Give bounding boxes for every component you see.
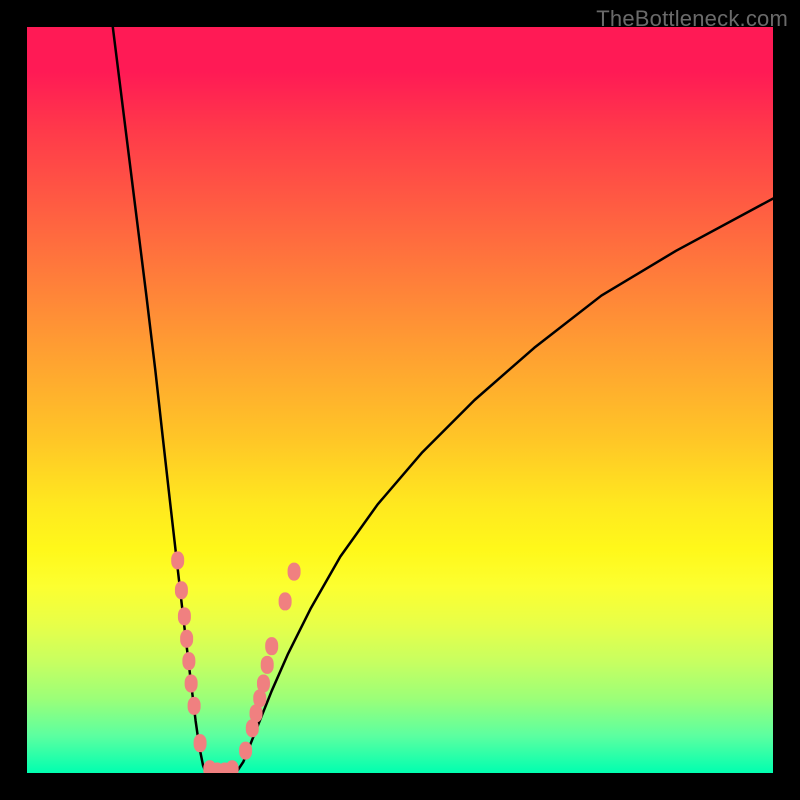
highlight-dot bbox=[178, 607, 191, 625]
highlight-dot bbox=[288, 563, 301, 581]
chart-frame bbox=[27, 27, 773, 773]
chart-svg bbox=[27, 27, 773, 773]
highlight-dot bbox=[257, 674, 270, 692]
highlight-dot bbox=[279, 592, 292, 610]
bottleneck-curve bbox=[113, 27, 773, 773]
series-group bbox=[113, 27, 773, 773]
highlight-dot bbox=[188, 697, 201, 715]
highlight-dot bbox=[182, 652, 195, 670]
highlight-dot bbox=[171, 551, 184, 569]
highlight-dot bbox=[239, 742, 252, 760]
marker-group bbox=[171, 551, 300, 773]
highlight-dot bbox=[265, 637, 278, 655]
highlight-dot bbox=[180, 630, 193, 648]
highlight-dot bbox=[175, 581, 188, 599]
highlight-dot bbox=[261, 656, 274, 674]
highlight-dot bbox=[226, 760, 239, 773]
highlight-dot bbox=[194, 734, 207, 752]
highlight-dot bbox=[185, 674, 198, 692]
